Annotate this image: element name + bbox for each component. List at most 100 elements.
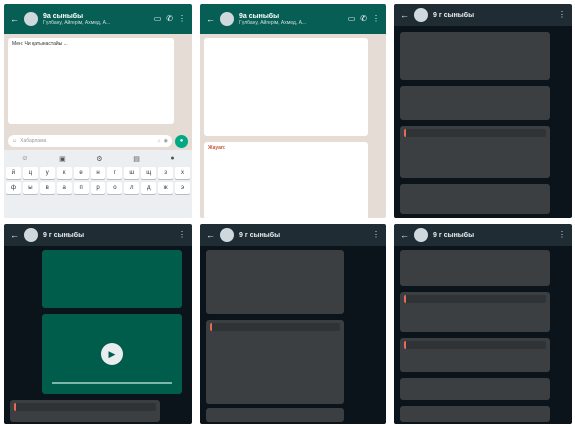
play-icon[interactable]: ▶ — [101, 343, 123, 365]
attach-icon[interactable]: ⌂ — [158, 138, 161, 144]
phone-call-icon[interactable]: ✆ — [166, 15, 173, 23]
avatar[interactable] — [24, 12, 38, 26]
quoted-reply — [404, 341, 546, 349]
key[interactable]: у — [39, 167, 55, 179]
quoted-reply — [210, 323, 340, 331]
keyboard-gif-icon[interactable]: ▣ — [59, 155, 66, 163]
message-author: Жауап: — [208, 145, 226, 151]
more-icon[interactable]: ⋮ — [372, 15, 380, 23]
avatar[interactable] — [414, 228, 428, 242]
more-icon[interactable]: ⋮ — [558, 231, 566, 239]
back-arrow-icon[interactable]: ← — [10, 14, 19, 24]
key[interactable]: е — [73, 167, 89, 179]
back-arrow-icon[interactable]: ← — [206, 14, 215, 24]
keyboard-settings-icon[interactable]: ⚙ — [96, 155, 102, 163]
message-bubble[interactable] — [400, 338, 550, 372]
keyboard-emoji-icon[interactable]: ☺ — [21, 155, 28, 162]
keyboard-clipboard-icon[interactable]: ▤ — [133, 155, 140, 163]
chat-body: ▶ — [4, 246, 192, 424]
key[interactable]: х — [175, 167, 190, 179]
key[interactable]: ф — [6, 182, 21, 194]
camera-icon[interactable]: ◉ — [164, 138, 168, 144]
chat-header: ← 9a сыныбы Гүлбану, Айгерім, Ахмед, А..… — [200, 4, 386, 34]
key[interactable]: ж — [158, 182, 174, 194]
chat-screen-1: ← 9a сыныбы Гүлбану, Айгерім, Ахмед, А..… — [4, 4, 192, 218]
back-arrow-icon[interactable]: ← — [10, 230, 19, 240]
message-text: Мен: Чи қатынастайы ... — [12, 41, 68, 47]
chat-header: ← 9 г сыныбы ⋮ — [4, 224, 192, 246]
back-arrow-icon[interactable]: ← — [206, 230, 215, 240]
message-bubble[interactable] — [400, 184, 550, 214]
chat-header: ← 9 г сыныбы ⋮ — [394, 4, 572, 26]
chat-title[interactable]: 9 г сыныбы — [433, 12, 553, 19]
message-bubble[interactable] — [400, 250, 550, 286]
message-input-placeholder: Хабарлама — [20, 138, 47, 144]
message-bubble[interactable] — [204, 38, 368, 136]
message-bubble[interactable] — [42, 250, 182, 308]
keyboard-row-2: ф ы в а п р о л д ж э — [6, 182, 190, 194]
key[interactable]: ш — [124, 167, 140, 179]
back-arrow-icon[interactable]: ← — [400, 230, 409, 240]
more-icon[interactable]: ⋮ — [558, 11, 566, 19]
message-bubble[interactable] — [206, 320, 344, 404]
key[interactable]: а — [56, 182, 72, 194]
key[interactable]: й — [6, 167, 21, 179]
message-bubble[interactable]: Жауап: — [204, 142, 368, 218]
key[interactable]: д — [141, 182, 157, 194]
avatar[interactable] — [220, 12, 234, 26]
chat-members: Гүлбану, Айгерім, Ахмед, А... — [239, 19, 307, 26]
keyboard-mic-icon[interactable]: ● — [170, 155, 174, 162]
message-bubble[interactable]: Мен: Чи қатынастайы ... — [8, 38, 174, 124]
message-input[interactable]: ☺ Хабарлама ⌂ ◉ — [8, 135, 172, 147]
avatar[interactable] — [220, 228, 234, 242]
key[interactable]: ц — [22, 167, 38, 179]
emoji-icon[interactable]: ☺ — [12, 138, 17, 144]
voice-progress[interactable] — [52, 382, 172, 384]
keyboard-toolbar: ☺ ▣ ⚙ ▤ ● — [6, 153, 190, 164]
voice-message[interactable]: ▶ — [42, 314, 182, 394]
avatar[interactable] — [414, 8, 428, 22]
phone-call-icon[interactable]: ✆ — [360, 15, 367, 23]
back-arrow-icon[interactable]: ← — [400, 10, 409, 20]
chat-body — [200, 246, 386, 424]
video-call-icon[interactable]: ▭ — [348, 15, 356, 23]
more-icon[interactable]: ⋮ — [372, 231, 380, 239]
chat-title[interactable]: 9 г сыныбы — [433, 232, 553, 239]
message-bubble[interactable] — [400, 32, 550, 80]
message-bubble[interactable] — [10, 400, 160, 422]
video-call-icon[interactable]: ▭ — [154, 15, 162, 23]
key[interactable]: р — [90, 182, 106, 194]
key[interactable]: н — [90, 167, 106, 179]
chat-title[interactable]: 9 г сыныбы — [43, 232, 173, 239]
key[interactable]: г — [107, 167, 123, 179]
message-bubble[interactable] — [206, 250, 344, 314]
chat-title[interactable]: 9a сыныбы — [43, 13, 149, 20]
key[interactable]: к — [56, 167, 72, 179]
key[interactable]: л — [124, 182, 140, 194]
message-bubble[interactable] — [400, 126, 550, 178]
message-bubble[interactable] — [400, 378, 550, 400]
chat-body — [394, 26, 572, 218]
mic-icon[interactable]: ● — [175, 134, 188, 148]
message-bubble[interactable] — [206, 408, 344, 422]
more-icon[interactable]: ⋮ — [178, 231, 186, 239]
avatar[interactable] — [24, 228, 38, 242]
key[interactable]: в — [39, 182, 55, 194]
message-bubble[interactable] — [400, 406, 550, 422]
chat-title[interactable]: 9 г сыныбы — [239, 232, 367, 239]
key[interactable]: щ — [141, 167, 157, 179]
chat-title[interactable]: 9a сыныбы — [239, 13, 343, 20]
chat-body: Жауап: — [200, 34, 386, 218]
keyboard: ☺ ▣ ⚙ ▤ ● й ц у к е н г ш щ з х ф ы в а … — [4, 150, 192, 218]
key[interactable]: п — [73, 182, 89, 194]
more-icon[interactable]: ⋮ — [178, 15, 186, 23]
screenshot-collage: ← 9a сыныбы Гүлбану, Айгерім, Ахмед, А..… — [0, 0, 575, 427]
message-bubble[interactable] — [400, 292, 550, 332]
key[interactable]: з — [158, 167, 174, 179]
chat-screen-5: ← 9 г сыныбы ⋮ — [200, 224, 386, 424]
key[interactable]: э — [175, 182, 190, 194]
key[interactable]: о — [107, 182, 123, 194]
chat-screen-2: ← 9a сыныбы Гүлбану, Айгерім, Ахмед, А..… — [200, 4, 386, 218]
message-bubble[interactable] — [400, 86, 550, 120]
key[interactable]: ы — [22, 182, 38, 194]
